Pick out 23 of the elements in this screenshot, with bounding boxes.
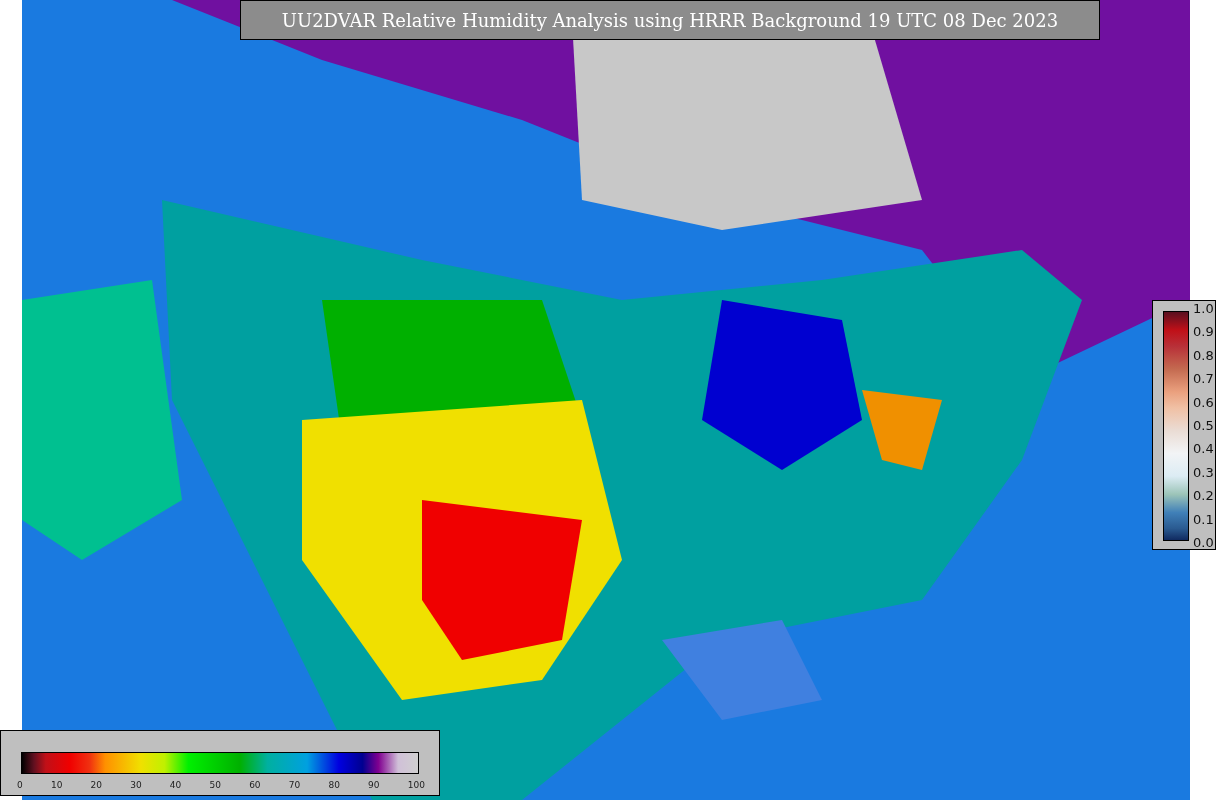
- scale-label: 0.1: [1193, 512, 1214, 527]
- scale-label: 0.0: [1193, 535, 1214, 550]
- scale-label: 20: [90, 780, 102, 790]
- scale-label: 0.4: [1193, 442, 1214, 457]
- scale-label: 60: [249, 780, 261, 790]
- scale-label: 0.7: [1193, 372, 1214, 387]
- scale-label: 0.5: [1193, 418, 1214, 433]
- scale-label: 80: [328, 780, 340, 790]
- scale-label: 40: [169, 780, 182, 790]
- scale-label: 90: [368, 780, 380, 790]
- scale-label: 0.6: [1193, 395, 1214, 410]
- scale-label: 0.9: [1193, 325, 1214, 340]
- scale-label: 0: [17, 780, 23, 790]
- scale-label: 1.0: [1193, 302, 1214, 316]
- scale-label: 50: [209, 780, 221, 790]
- scale-label: 0.3: [1193, 465, 1214, 480]
- scale-label: 0.2: [1193, 489, 1214, 504]
- scale-label: 70: [288, 780, 301, 790]
- scale-label: 100: [407, 780, 425, 790]
- map-title: UU2DVAR Relative Humidity Analysis using HRRR Background 19 UTC 08 Dec 2023: [240, 0, 1100, 40]
- scale-label: 30: [130, 780, 142, 790]
- scale-label: 0.8: [1193, 348, 1214, 363]
- scale-label: 10: [50, 780, 63, 790]
